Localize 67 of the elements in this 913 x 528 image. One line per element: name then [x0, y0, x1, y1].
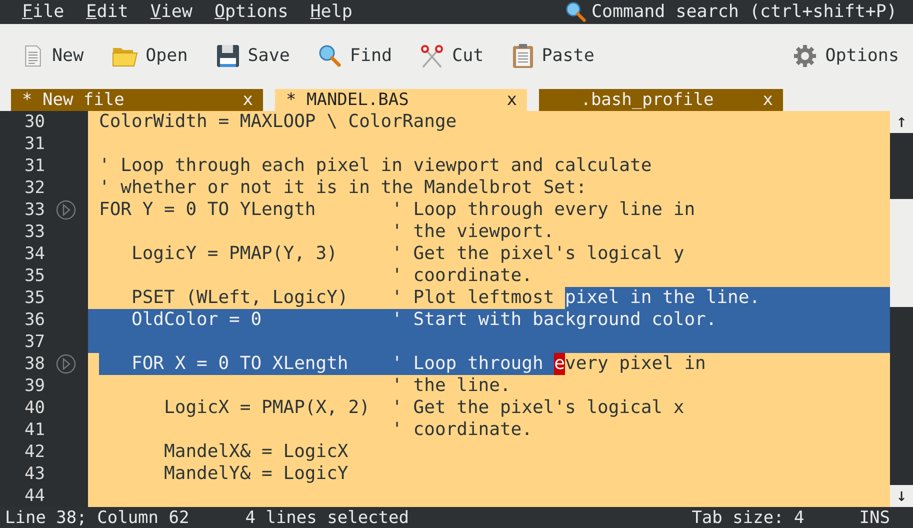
tab-close-button[interactable]: x [762, 90, 773, 110]
tab-size: Tab size: 4 [692, 508, 804, 528]
line-number[interactable]: 35 [0, 265, 88, 287]
menu-item[interactable]: View [150, 2, 192, 22]
folder-icon [112, 45, 138, 67]
menu-item[interactable]: Help [310, 2, 352, 22]
selection-info: 4 lines selected [245, 508, 409, 528]
line-number[interactable]: 33 [0, 199, 88, 221]
menu-item[interactable]: Options [214, 2, 288, 22]
line-number[interactable]: 39 [0, 375, 88, 397]
play-marker-icon[interactable] [56, 354, 76, 374]
toolbar-button[interactable]: Paste [512, 44, 594, 68]
code-line: ' coordinate. [390, 265, 534, 287]
code-area[interactable] [88, 111, 890, 507]
line-number[interactable]: 36 [0, 309, 88, 331]
scissors-icon [420, 44, 444, 68]
line-number[interactable]: 35 [0, 287, 88, 309]
code-line: ' Loop through each pixel in viewport and calculate [99, 155, 653, 177]
gear-icon [793, 44, 818, 68]
play-marker-icon[interactable] [56, 200, 76, 220]
toolbar-button[interactable]: Find [318, 44, 392, 68]
toolbar-button[interactable]: Open [112, 45, 188, 67]
line-number[interactable]: 31 [0, 155, 88, 177]
tab-close-button[interactable]: x [242, 90, 253, 110]
line-number[interactable]: 37 [0, 331, 88, 353]
search-icon [318, 44, 342, 68]
code-line: ' the line. [390, 375, 512, 397]
line-number[interactable]: 41 [0, 419, 88, 441]
scrollbar-thumb[interactable] [890, 199, 913, 307]
line-number[interactable]: 44 [0, 485, 88, 507]
line-number[interactable]: 31 [0, 133, 88, 155]
editor-tab[interactable]: * MANDEL.BAS x [275, 89, 527, 111]
scroll-down-button[interactable]: ↓ [890, 485, 913, 507]
toolbar-button[interactable]: Options [793, 44, 899, 68]
tab-close-button[interactable]: x [506, 90, 517, 110]
cursor-position: Line 38; Column 62 [5, 508, 190, 528]
code-line: ' coordinate. [390, 419, 534, 441]
line-number[interactable]: 34 [0, 243, 88, 265]
insert-mode: INS [859, 508, 890, 528]
editor-tab[interactable]: * New file x [11, 89, 263, 111]
code-line: PSET (WLeft, LogicY) ' Plot leftmost pixel in the line. [99, 287, 890, 309]
code-line: ' whether or not it is in the Mandelbrot Set: [99, 177, 588, 199]
toolbar-button[interactable]: New [22, 44, 84, 68]
toolbar-button[interactable]: Save [216, 44, 290, 68]
line-number[interactable]: 40 [0, 397, 88, 419]
code-line: MandelY& = LogicY [163, 463, 350, 485]
line-number[interactable]: 43 [0, 463, 88, 485]
toolbar-button[interactable]: Cut [420, 44, 484, 68]
line-number[interactable]: 33 [0, 221, 88, 243]
code-line: ' the viewport. [390, 221, 556, 243]
line-number[interactable]: 32 [0, 177, 88, 199]
scroll-up-button[interactable]: ↑ [890, 111, 913, 133]
line-number[interactable]: 38 [0, 353, 88, 375]
clipboard-icon [512, 44, 534, 68]
line-number[interactable]: 42 [0, 441, 88, 463]
document-icon [22, 44, 44, 68]
code-line: FOR Y = 0 TO YLength ' Loop through every line in [99, 199, 696, 221]
code-line: LogicY = PMAP(Y, 3) ' Get the pixel's logical y [130, 243, 686, 265]
code-line: MandelX& = LogicX [163, 441, 350, 463]
line-number[interactable]: 30 [0, 111, 88, 133]
code-line: ColorWidth = MAXLOOP \ ColorRange [99, 111, 458, 133]
code-line: LogicX = PMAP(X, 2) ' Get the pixel's logical x [163, 397, 686, 419]
menu-item[interactable]: Edit [86, 2, 128, 22]
menu-item[interactable]: File [22, 2, 64, 22]
editor-tab[interactable]: .bash_profile x [539, 89, 783, 111]
command-search-button[interactable]: Command search (ctrl+shift+P) [565, 1, 913, 23]
search-icon [565, 1, 588, 23]
